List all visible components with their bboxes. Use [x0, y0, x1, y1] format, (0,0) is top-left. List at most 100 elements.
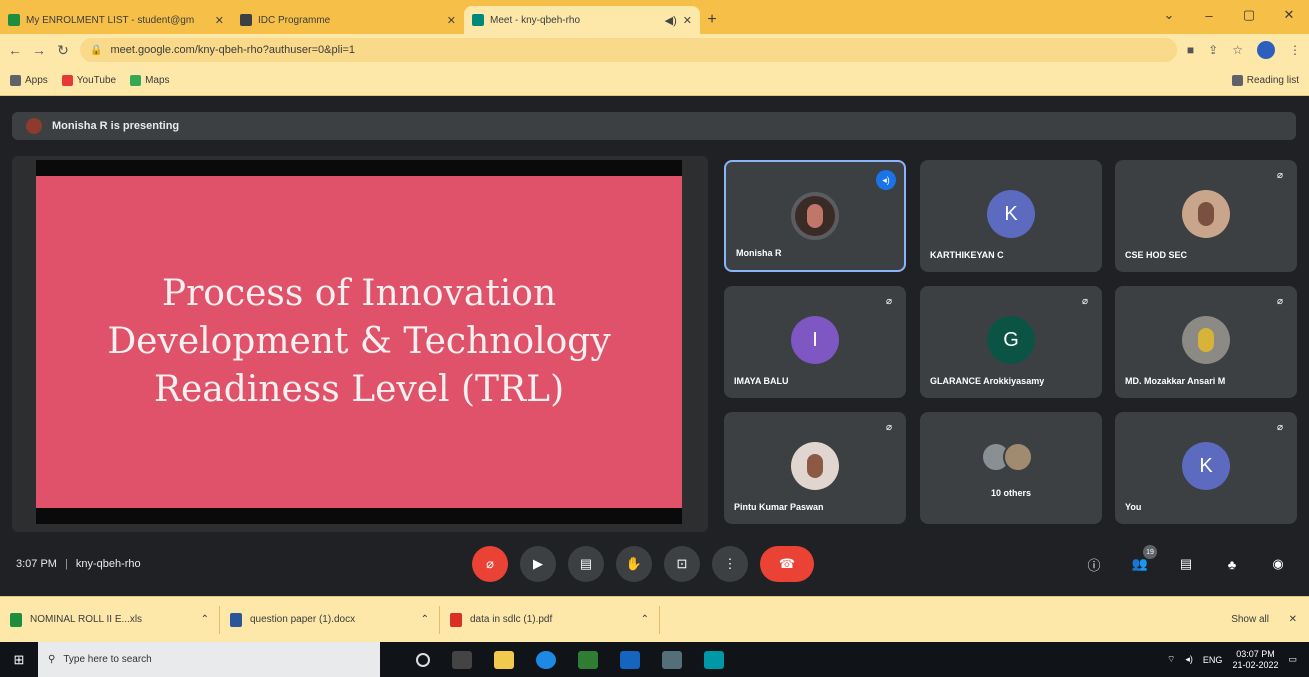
participant-name: GLARANCE Arokkiyasamy	[930, 376, 1045, 386]
task-view-icon[interactable]	[416, 652, 430, 667]
download-name: question paper (1).docx	[250, 614, 356, 625]
bookmark-youtube[interactable]: YouTube	[61, 75, 116, 86]
back-icon[interactable]: ←	[8, 42, 22, 58]
maximize-button[interactable]: ▢	[1229, 0, 1269, 30]
others-tile[interactable]: 10 others	[920, 412, 1102, 524]
close-window-button[interactable]: ✕	[1269, 0, 1309, 30]
downloads-bar: NOMINAL ROLL II E...xls ⌃ question paper…	[0, 596, 1309, 642]
participant-tile[interactable]: ⌀ CSE HOD SEC	[1115, 160, 1297, 272]
chevron-up-icon[interactable]: ⌃	[421, 614, 429, 625]
meeting-details: 3:07 PM | kny-qbeh-rho	[16, 558, 141, 570]
participant-avatar: I	[791, 316, 839, 364]
reading-list-button[interactable]: Reading list	[1231, 75, 1299, 86]
download-item[interactable]: question paper (1).docx ⌃	[230, 605, 440, 634]
share-icon[interactable]: ⇪	[1208, 43, 1218, 57]
captions-button[interactable]: ▤	[568, 546, 604, 582]
download-item[interactable]: data in sdlc (1).pdf ⌃	[450, 605, 660, 634]
windows-start-icon[interactable]: ⊞	[0, 642, 38, 677]
host-controls-icon[interactable]: ◉	[1265, 551, 1291, 577]
apps-icon	[10, 75, 21, 86]
word-file-icon	[230, 612, 242, 627]
browser-tab-idc[interactable]: IDC Programme ✕	[232, 6, 464, 34]
menu-icon[interactable]: ⋮	[1289, 43, 1301, 57]
participant-tile[interactable]: K KARTHIKEYAN C	[920, 160, 1102, 272]
taskbar-search[interactable]: ⚲ Type here to search	[38, 642, 380, 677]
file-explorer-icon[interactable]	[494, 650, 514, 669]
chevron-up-icon[interactable]: ⌃	[641, 614, 649, 625]
profile-avatar[interactable]	[1257, 41, 1275, 59]
new-tab-button[interactable]: +	[700, 6, 724, 34]
browser-tab-enrolment[interactable]: My ENROLMENT LIST - student@gm ✕	[0, 6, 232, 34]
mic-off-icon: ⌀	[1277, 296, 1284, 307]
meeting-info-icon[interactable]: ⓘ	[1081, 551, 1107, 577]
url-text: meet.google.com/kny-qbeh-rho?authuser=0&…	[110, 44, 356, 56]
bookmarks-bar: Apps YouTube Maps Reading list	[0, 66, 1309, 96]
system-tray: ⌔ ◂) ENG 03:07 PM 21-02-2022 ▭	[1167, 649, 1297, 671]
close-tab-icon[interactable]: ✕	[683, 14, 692, 27]
raise-hand-button[interactable]: ✋	[616, 546, 652, 582]
close-tab-icon[interactable]: ✕	[215, 14, 224, 27]
reload-icon[interactable]: ↻	[56, 42, 70, 59]
toolbar-icons: ■ ⇪ ☆ ⋮	[1187, 41, 1301, 59]
participant-tile[interactable]: ⌀ G GLARANCE Arokkiyasamy	[920, 286, 1102, 398]
participant-name: Pintu Kumar Paswan	[734, 502, 824, 512]
participant-photo	[791, 442, 839, 490]
participant-tile[interactable]: ⌀ I IMAYA BALU	[724, 286, 906, 398]
participant-name: CSE HOD SEC	[1125, 250, 1188, 260]
app-icon[interactable]	[662, 650, 682, 669]
mic-off-icon: ⌀	[1082, 296, 1089, 307]
presenting-banner: Monisha R is presenting	[12, 112, 1296, 140]
reading-list-label: Reading list	[1246, 75, 1299, 86]
mic-off-icon: ⌀	[886, 422, 893, 433]
camera-toggle-button[interactable]: ▶	[520, 546, 556, 582]
chrome-icon[interactable]	[704, 650, 724, 669]
download-name: data in sdlc (1).pdf	[470, 614, 553, 625]
self-tile[interactable]: ⌀ K You	[1115, 412, 1297, 524]
close-tab-icon[interactable]: ✕	[447, 14, 456, 27]
leave-call-button[interactable]: ☎	[760, 546, 814, 582]
participant-photo	[1182, 316, 1230, 364]
browser-tab-meet[interactable]: Meet - kny-qbeh-rho ◀) ✕	[464, 6, 700, 34]
bookmark-apps[interactable]: Apps	[10, 75, 48, 86]
language-indicator[interactable]: ENG	[1203, 655, 1223, 665]
call-controls: ⌀ ▶ ▤ ✋ ⊡ ⋮ ☎	[472, 546, 814, 582]
clock[interactable]: 03:07 PM 21-02-2022	[1232, 649, 1278, 671]
slide-frame: Process of Innovation Development & Tech…	[36, 160, 682, 524]
download-name: NOMINAL ROLL II E...xls	[30, 614, 143, 625]
clock-date: 21-02-2022	[1232, 659, 1279, 670]
audio-icon[interactable]: ◀)	[665, 14, 677, 27]
mic-toggle-button[interactable]: ⌀	[472, 546, 508, 582]
activities-icon[interactable]: ♣	[1219, 551, 1245, 577]
camera-indicator-icon[interactable]: ■	[1187, 43, 1194, 57]
show-all-downloads-link[interactable]: Show all	[1231, 614, 1269, 625]
tab-search-icon[interactable]: ⌄	[1149, 0, 1189, 30]
store-icon[interactable]	[578, 650, 598, 669]
lock-icon[interactable]: 🔒	[90, 45, 102, 56]
more-options-button[interactable]: ⋮	[712, 546, 748, 582]
address-bar[interactable]: 🔒 meet.google.com/kny-qbeh-rho?authuser=…	[80, 38, 1177, 62]
network-icon[interactable]: ⌔	[1167, 654, 1175, 665]
participant-tile[interactable]: ◂) Monisha R	[724, 160, 906, 272]
windows-taskbar: ⊞ ⚲ Type here to search ⌔ ◂) ENG 03:07 P…	[0, 642, 1309, 677]
address-bar-row: ← → ↻ 🔒 meet.google.com/kny-qbeh-rho?aut…	[0, 34, 1309, 66]
download-item[interactable]: NOMINAL ROLL II E...xls ⌃	[10, 605, 220, 634]
widgets-icon[interactable]	[452, 650, 472, 669]
people-icon[interactable]: 👥 19	[1127, 545, 1157, 577]
participant-tile[interactable]: ⌀ MD. Mozakkar Ansari M	[1115, 286, 1297, 398]
bookmark-maps[interactable]: Maps	[130, 75, 170, 86]
meeting-controls: 3:07 PM | kny-qbeh-rho ⌀ ▶ ▤ ✋ ⊡ ⋮ ☎ ⓘ 👥…	[0, 536, 1309, 592]
notifications-icon[interactable]: ▭	[1288, 654, 1297, 665]
star-icon[interactable]: ☆	[1232, 43, 1243, 57]
edge-icon[interactable]	[536, 650, 556, 669]
others-avatars	[981, 442, 1041, 476]
minimize-button[interactable]: –	[1189, 0, 1229, 30]
participant-tile[interactable]: ⌀ Pintu Kumar Paswan	[724, 412, 906, 524]
participant-avatar: K	[1182, 442, 1230, 490]
chevron-up-icon[interactable]: ⌃	[201, 614, 209, 625]
forward-icon[interactable]: →	[32, 42, 46, 58]
mail-icon[interactable]	[620, 650, 640, 669]
close-downloads-icon[interactable]: ✕	[1289, 614, 1297, 625]
volume-icon[interactable]: ◂)	[1185, 654, 1193, 665]
chat-icon[interactable]: ▤	[1173, 551, 1199, 577]
present-button[interactable]: ⊡	[664, 546, 700, 582]
